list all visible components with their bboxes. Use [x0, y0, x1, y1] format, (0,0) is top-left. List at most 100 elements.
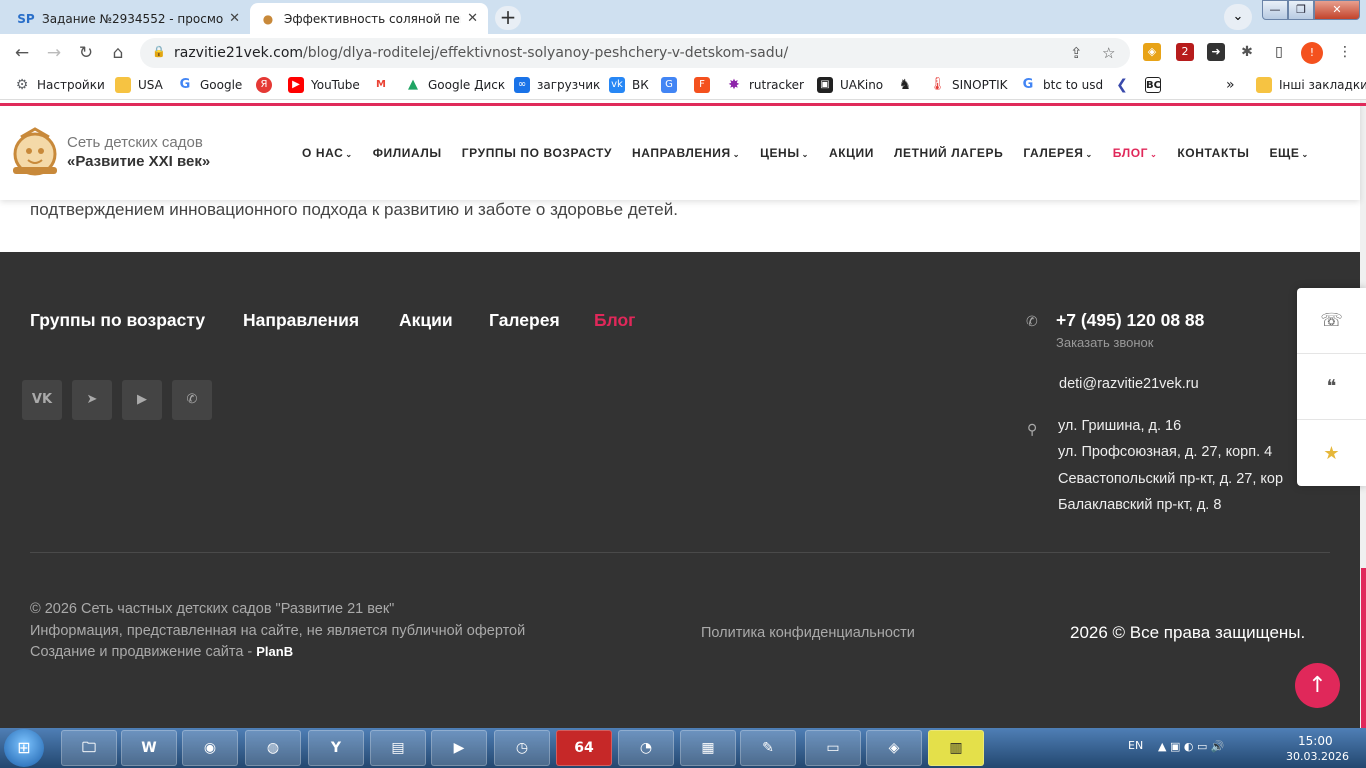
bookmark-downloader[interactable]: ∞ загрузчик: [514, 77, 600, 93]
nav-summer-camp[interactable]: ЛЕТНИЙ ЛАГЕРЬ: [894, 146, 1003, 160]
kids-logo-icon[interactable]: [9, 127, 61, 177]
nav-age-groups[interactable]: ГРУППЫ ПО ВОЗРАСТУ: [462, 146, 612, 160]
bookmark-chess[interactable]: ♞: [897, 77, 920, 93]
close-window-button[interactable]: ✕: [1314, 0, 1360, 20]
extension-arrow-icon[interactable]: ➜: [1207, 43, 1225, 61]
explorer-icon[interactable]: 🗀: [61, 730, 117, 766]
monitor-icon[interactable]: ▭: [805, 730, 861, 766]
disclaimer-text: Информация, представленная на сайте, не …: [30, 623, 526, 639]
tab-task[interactable]: SP Задание №2934552 - просмотр ✕: [8, 3, 250, 34]
system-tray[interactable]: ▲ ▣ ◐ ▭ 🔊: [1158, 740, 1225, 753]
nav-contacts[interactable]: КОНТАКТЫ: [1177, 146, 1249, 160]
clock-date[interactable]: 30.03.2026: [1286, 750, 1349, 763]
chrome-icon[interactable]: ◉: [182, 730, 238, 766]
bookmark-f[interactable]: F: [694, 77, 717, 93]
google-icon: G: [1022, 77, 1034, 92]
bookmark-star-icon[interactable]: ☆: [1102, 44, 1115, 62]
language-indicator[interactable]: EN: [1128, 739, 1143, 752]
bookmarks-more-button[interactable]: »: [1226, 77, 1235, 93]
yandex-icon[interactable]: Y: [308, 730, 364, 766]
side-panel-icon[interactable]: ▯: [1270, 43, 1288, 61]
email-link[interactable]: deti@razvitie21vek.ru: [1059, 376, 1199, 392]
bookmark-google[interactable]: G Google: [177, 77, 243, 93]
whatsapp-icon[interactable]: ✆: [172, 380, 212, 420]
bookmark-gmail[interactable]: M: [373, 77, 396, 93]
chart-icon[interactable]: ◔: [618, 730, 674, 766]
aida64-icon[interactable]: 64: [556, 730, 612, 766]
nav-about[interactable]: О НАС ⌄: [302, 146, 353, 160]
share-icon[interactable]: ⇪: [1070, 44, 1083, 62]
callback-link[interactable]: Заказать звонок: [1056, 335, 1153, 350]
bookmark-bc[interactable]: BC: [1145, 77, 1168, 93]
nav-blog[interactable]: БЛОГ ⌄: [1113, 146, 1158, 160]
bookmark-vk[interactable]: vk ВК: [609, 77, 649, 93]
nav-branches[interactable]: ФИЛИАЛЫ: [373, 146, 442, 160]
extension-badge-icon[interactable]: 2: [1176, 43, 1194, 61]
bookmark-translate[interactable]: G: [661, 77, 684, 93]
footer-link-blog[interactable]: Блог: [594, 310, 635, 331]
reload-icon[interactable]: ↻: [74, 41, 98, 65]
bookmark-drive[interactable]: ▲ Google Диск: [405, 77, 505, 93]
forward-icon[interactable]: →: [42, 41, 66, 65]
bookmark-btc[interactable]: Gbtc to usd: [1020, 77, 1103, 93]
home-icon[interactable]: ⌂: [106, 41, 130, 65]
bookmark-yandex[interactable]: Я: [256, 77, 279, 93]
close-icon[interactable]: ✕: [229, 11, 240, 26]
extension-shield-icon[interactable]: ◈: [1143, 43, 1161, 61]
extensions-puzzle-icon[interactable]: ✱: [1238, 43, 1256, 61]
bookmark-sinoptik[interactable]: 🌡 SINOPTIK: [929, 77, 1008, 93]
chat-quote-icon[interactable]: ❝: [1297, 354, 1366, 420]
bookmark-youtube[interactable]: ▶ YouTube: [288, 77, 360, 93]
new-tab-button[interactable]: +: [495, 6, 521, 30]
maximize-button[interactable]: ❐: [1288, 0, 1314, 20]
clock-time[interactable]: 15:00: [1298, 734, 1333, 748]
menu-icon[interactable]: ⋮: [1336, 43, 1354, 61]
privacy-policy-link[interactable]: Политика конфиденциальности: [701, 625, 915, 641]
star-icon[interactable]: ★: [1297, 420, 1366, 486]
address-bar[interactable]: 🔒 razvitie21vek.com/blog/dlya-roditelej/…: [140, 38, 1130, 68]
map-icon[interactable]: ◈: [866, 730, 922, 766]
bookmark-arrow[interactable]: ❮: [1114, 77, 1137, 93]
footer-link-directions[interactable]: Направления: [243, 310, 359, 331]
tab-search-button[interactable]: ⌄: [1224, 4, 1252, 30]
vk-icon[interactable]: VK: [22, 380, 62, 420]
shield-icon[interactable]: W: [121, 730, 177, 766]
telegram-icon[interactable]: ➤: [72, 380, 112, 420]
bookmark-usa[interactable]: USA: [115, 77, 163, 93]
media-icon[interactable]: ▶: [431, 730, 487, 766]
minimize-button[interactable]: —: [1262, 0, 1288, 20]
youtube-icon[interactable]: ▶: [122, 380, 162, 420]
close-icon[interactable]: ✕: [467, 11, 478, 26]
terminal-icon[interactable]: ▤: [370, 730, 426, 766]
tab-salt-cave[interactable]: ● Эффективность соляной пещер ✕: [250, 3, 488, 34]
nav-promotions[interactable]: АКЦИИ: [829, 146, 874, 160]
brand-title[interactable]: «Развитие XXI век»: [67, 153, 210, 170]
nav-prices[interactable]: ЦЕНЫ ⌄: [760, 146, 809, 160]
callback-phone-icon[interactable]: ☏: [1297, 288, 1366, 354]
profile-avatar[interactable]: !: [1301, 42, 1323, 64]
nav-gallery[interactable]: ГАЛЕРЕЯ ⌄: [1023, 146, 1092, 160]
globe-icon[interactable]: ◍: [245, 730, 301, 766]
footer-link-age-groups[interactable]: Группы по возрасту: [30, 310, 205, 331]
vk-icon: vk: [609, 77, 625, 93]
scrollbar-thumb[interactable]: [1361, 568, 1366, 728]
nav-directions[interactable]: НАПРАВЛЕНИЯ ⌄: [632, 146, 740, 160]
back-icon[interactable]: ←: [10, 41, 34, 65]
bookmark-uakino[interactable]: ▣ UAKino: [817, 77, 883, 93]
calculator-icon[interactable]: ▦: [680, 730, 736, 766]
gmail-icon: M: [376, 79, 386, 90]
thermometer-icon: 🌡: [929, 77, 946, 92]
footer-link-promotions[interactable]: Акции: [399, 310, 453, 331]
clock-icon[interactable]: ◷: [494, 730, 550, 766]
phone-number[interactable]: +7 (495) 120 08 88: [1056, 310, 1204, 331]
film-icon[interactable]: ▥: [928, 730, 984, 766]
scroll-to-top-button[interactable]: ↑: [1295, 663, 1340, 708]
footer-link-gallery[interactable]: Галерея: [489, 310, 560, 331]
planb-logo[interactable]: PlanB: [256, 644, 293, 659]
nav-more[interactable]: ЕЩЕ ⌄: [1269, 146, 1308, 160]
bookmark-rutracker[interactable]: ✸ rutracker: [726, 77, 804, 93]
other-bookmarks[interactable]: Інші закладки: [1256, 77, 1366, 93]
bookmark-settings[interactable]: ⚙ Настройки: [14, 77, 105, 93]
notes-icon[interactable]: ✎: [740, 730, 796, 766]
start-button[interactable]: ⊞: [4, 729, 44, 767]
